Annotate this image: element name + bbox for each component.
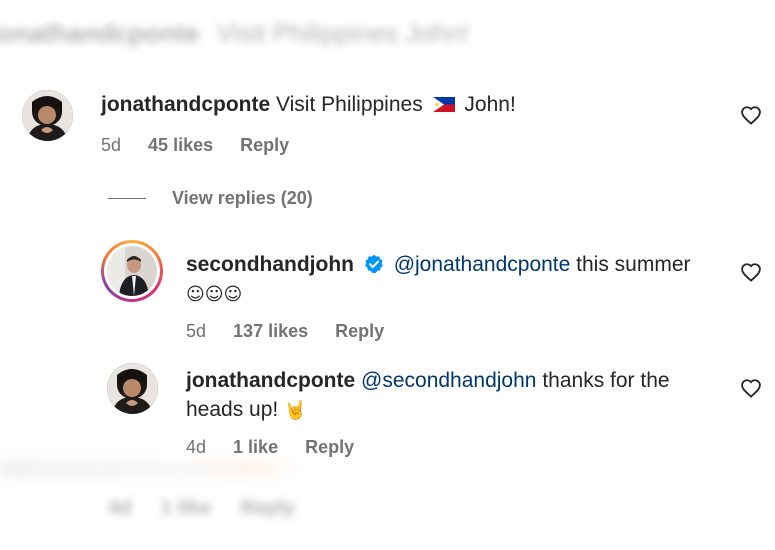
blurred-likes: 1 like (160, 497, 211, 519)
blurred-reply: Reply (240, 497, 295, 519)
avatar[interactable] (107, 363, 158, 414)
reply-button[interactable]: Reply (335, 321, 384, 341)
heart-icon[interactable] (740, 378, 762, 398)
reply-meta: 5d 137 likes Reply (186, 321, 406, 342)
rock-on-emoji: 🤘 (284, 400, 307, 421)
blurred-suffix: John! (405, 18, 470, 48)
likes-count[interactable]: 45 likes (148, 135, 213, 155)
username[interactable]: secondhandjohn (186, 253, 354, 276)
mention-link[interactable]: @secondhandjohn (361, 369, 536, 392)
timestamp[interactable]: 4d (186, 437, 206, 457)
view-replies-button[interactable]: View replies (20) (108, 188, 313, 209)
mention-link[interactable]: @jonathandcponte (394, 253, 571, 276)
smiley-emojis: ☺☺☺ (186, 284, 243, 305)
comment-body-end: John! (464, 93, 516, 116)
divider-line (108, 198, 146, 199)
blurred-previous-comment: jonathandcponte Visit Philippines John! (0, 18, 775, 62)
username[interactable]: jonathandcponte (186, 369, 355, 392)
reply-button[interactable]: Reply (240, 135, 289, 155)
view-replies-label: View replies (20) (172, 188, 313, 208)
blurred-next-meta: 4d 1 like Reply (108, 497, 319, 520)
comment-meta: 5d 45 likes Reply (101, 135, 311, 156)
heart-icon[interactable] (740, 105, 762, 125)
reply-text: secondhandjohn @jonathandcponte this sum… (186, 250, 731, 309)
blurred-timestamp: 4d (108, 497, 132, 519)
likes-count[interactable]: 1 like (233, 437, 278, 457)
timestamp[interactable]: 5d (186, 321, 206, 341)
verified-badge-icon (364, 254, 383, 274)
likes-count[interactable]: 137 likes (233, 321, 308, 341)
blurred-username: jonathandcponte (0, 18, 200, 48)
reply-meta: 4d 1 like Reply (186, 437, 376, 458)
reply-body: this summer (570, 253, 691, 276)
philippines-flag-icon (432, 97, 455, 112)
blurred-next-comment (0, 462, 300, 476)
reply-text: jonathandcponte @secondhandjohn thanks f… (186, 366, 731, 425)
blurred-text: Visit Philippines (216, 18, 399, 48)
reply-button[interactable]: Reply (305, 437, 354, 457)
heart-icon[interactable] (740, 262, 762, 282)
timestamp[interactable]: 5d (101, 135, 121, 155)
comment-body: Visit Philippines (276, 93, 423, 116)
comment-text: jonathandcponte Visit Philippines John! (101, 90, 516, 119)
avatar-with-story-ring[interactable] (101, 240, 163, 302)
avatar[interactable] (22, 90, 73, 141)
username[interactable]: jonathandcponte (101, 93, 270, 116)
